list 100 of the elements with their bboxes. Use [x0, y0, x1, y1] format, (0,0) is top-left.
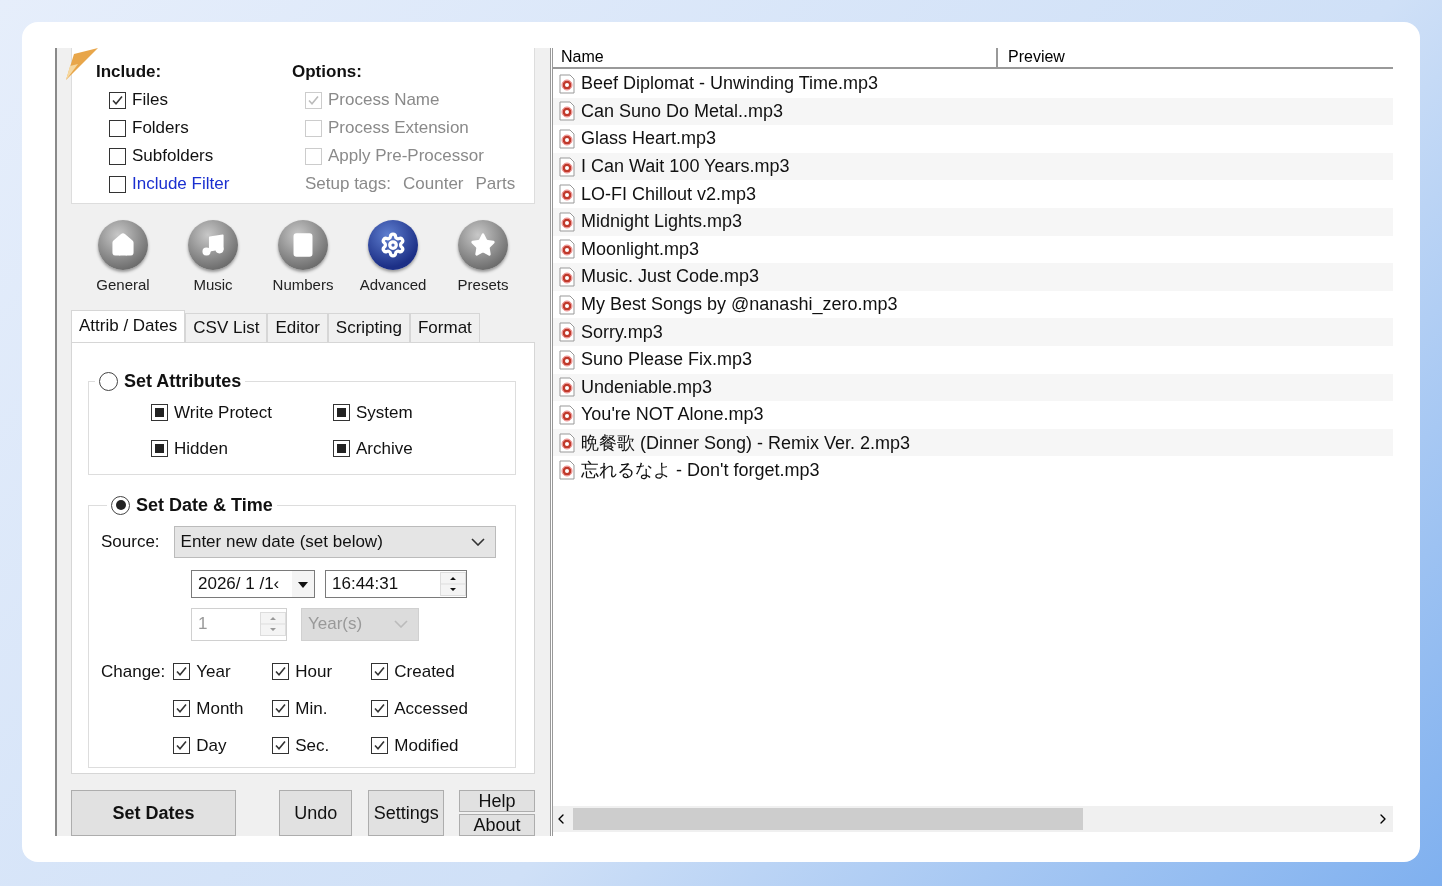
- tab[interactable]: CSV List: [185, 312, 268, 342]
- tab[interactable]: Scripting: [327, 312, 410, 342]
- checkbox[interactable]: [173, 700, 191, 718]
- audio-file-icon: [559, 239, 575, 260]
- tab[interactable]: Attrib / Dates: [71, 309, 186, 342]
- file-name[interactable]: Moonlight.mp3: [581, 238, 700, 260]
- checkbox-label: Archive: [356, 438, 413, 459]
- audio-file-icon: [559, 266, 575, 287]
- checkbox[interactable]: [371, 663, 389, 681]
- checkbox-label: Hour: [295, 661, 333, 682]
- tab[interactable]: Editor: [267, 312, 328, 342]
- checkmark-icon: [111, 93, 124, 107]
- house-icon: [110, 232, 136, 259]
- audio-file-icon: [559, 404, 575, 425]
- horizontal-scrollbar[interactable]: [553, 806, 1393, 832]
- setup-tags-label: Setup tags:: [305, 174, 391, 194]
- checkbox-label: Created: [394, 661, 455, 682]
- audio-file-icon: [559, 432, 575, 453]
- tag-link[interactable]: Counter: [403, 174, 464, 194]
- checkbox[interactable]: [371, 737, 389, 755]
- file-name[interactable]: My Best Songs by @nanashi_zero.mp3: [581, 294, 898, 316]
- date-picker[interactable]: 2026/ 1 /1‹: [191, 569, 315, 598]
- file-name[interactable]: Sorry.mp3: [581, 321, 663, 343]
- checkbox-label: Process Extension: [328, 118, 469, 138]
- checkbox-label: Month: [196, 698, 244, 719]
- about-button[interactable]: About: [459, 814, 535, 836]
- audio-file-icon: [559, 129, 575, 149]
- checkbox[interactable]: [109, 147, 126, 165]
- undo-button[interactable]: Undo: [278, 790, 353, 836]
- checkbox-label: Apply Pre-Processor: [328, 146, 484, 166]
- filter-link[interactable]: Include Filter: [132, 174, 230, 194]
- checkbox-label: System: [356, 402, 413, 423]
- checkbox-label: Sec.: [295, 735, 330, 756]
- section-title: Options:: [292, 62, 363, 82]
- audio-file-icon: [559, 73, 575, 94]
- checkbox[interactable]: [371, 700, 389, 718]
- file-name[interactable]: 忘れるなよ - Don't forget.mp3: [581, 458, 820, 483]
- star-icon: [470, 232, 496, 259]
- checkbox-label: Accessed: [394, 698, 468, 719]
- file-name[interactable]: Can Suno Do Metal..mp3: [581, 100, 784, 122]
- category-button[interactable]: Music: [173, 220, 253, 310]
- tag-link[interactable]: Parts: [475, 174, 516, 194]
- chevron-down-icon: [394, 620, 408, 629]
- file-name[interactable]: LO-FI Chillout v2.mp3: [581, 183, 757, 205]
- checkbox-label: Min.: [295, 698, 328, 719]
- checkbox[interactable]: [173, 737, 191, 755]
- help-button[interactable]: Help: [459, 790, 535, 812]
- checkbox-label: Process Name: [328, 90, 440, 110]
- time-field[interactable]: 16:44:31: [325, 569, 467, 598]
- gear-icon: [380, 232, 406, 259]
- file-name[interactable]: Music. Just Code.mp3: [581, 266, 760, 288]
- checkbox[interactable]: [151, 404, 168, 422]
- file-name[interactable]: Suno Please Fix.mp3: [581, 349, 753, 371]
- settings-button[interactable]: Settings: [368, 790, 444, 836]
- group-title: Set Date & Time: [136, 494, 273, 516]
- file-name[interactable]: Beef Diplomat - Unwinding Time.mp3: [581, 73, 879, 95]
- file-name[interactable]: Undeniable.mp3: [581, 376, 713, 398]
- checkmark-icon: [307, 93, 320, 107]
- file-name[interactable]: Midnight Lights.mp3: [581, 211, 743, 233]
- checkbox[interactable]: [109, 119, 126, 137]
- column-header[interactable]: Preview: [998, 48, 1065, 67]
- checkbox[interactable]: [109, 175, 126, 193]
- audio-file-icon: [559, 460, 575, 481]
- checkbox[interactable]: [272, 737, 290, 755]
- radio-button[interactable]: [99, 371, 118, 391]
- file-name[interactable]: Glass Heart.mp3: [581, 128, 717, 150]
- source-dropdown[interactable]: Enter new date (set below): [173, 525, 496, 558]
- checkbox[interactable]: [272, 700, 290, 718]
- category-button[interactable]: Advanced: [353, 220, 433, 310]
- checkbox[interactable]: [272, 663, 290, 681]
- checkbox[interactable]: [333, 440, 350, 458]
- checkbox-label: Write Protect: [174, 402, 272, 423]
- audio-file-icon: [559, 349, 575, 370]
- checkbox-label: Year: [196, 661, 231, 682]
- set-dates-button[interactable]: Set Dates: [71, 790, 236, 836]
- category-button[interactable]: Numbers: [263, 220, 343, 310]
- checkbox-label: Files: [132, 90, 168, 110]
- category-button[interactable]: General: [83, 220, 163, 310]
- group-title: Set Attributes: [124, 370, 242, 392]
- checkbox-label: Modified: [394, 735, 459, 756]
- file-name[interactable]: I Can Wait 100 Years.mp3: [581, 156, 790, 178]
- checkbox-label: Folders: [132, 118, 189, 138]
- source-label: Source:: [101, 531, 160, 552]
- spinner-icon[interactable]: [440, 571, 466, 596]
- audio-file-icon: [559, 156, 575, 177]
- tab[interactable]: Format: [409, 312, 480, 342]
- file-name[interactable]: You're NOT Alone.mp3: [581, 404, 764, 426]
- chevron-down-icon: [470, 537, 485, 546]
- category-button[interactable]: Presets: [443, 220, 523, 310]
- checkbox[interactable]: [151, 440, 168, 458]
- audio-file-icon: [559, 211, 575, 232]
- checkbox-label: Day: [196, 735, 227, 756]
- checkbox[interactable]: [333, 404, 350, 422]
- scrollbar-thumb[interactable]: [573, 808, 1083, 830]
- checkbox[interactable]: [173, 663, 191, 681]
- checkbox-label: Hidden: [174, 438, 228, 459]
- section-title: Include:: [96, 62, 163, 82]
- column-header[interactable]: Name: [553, 48, 998, 67]
- radio-button[interactable]: [111, 495, 130, 515]
- checkbox[interactable]: [109, 91, 126, 109]
